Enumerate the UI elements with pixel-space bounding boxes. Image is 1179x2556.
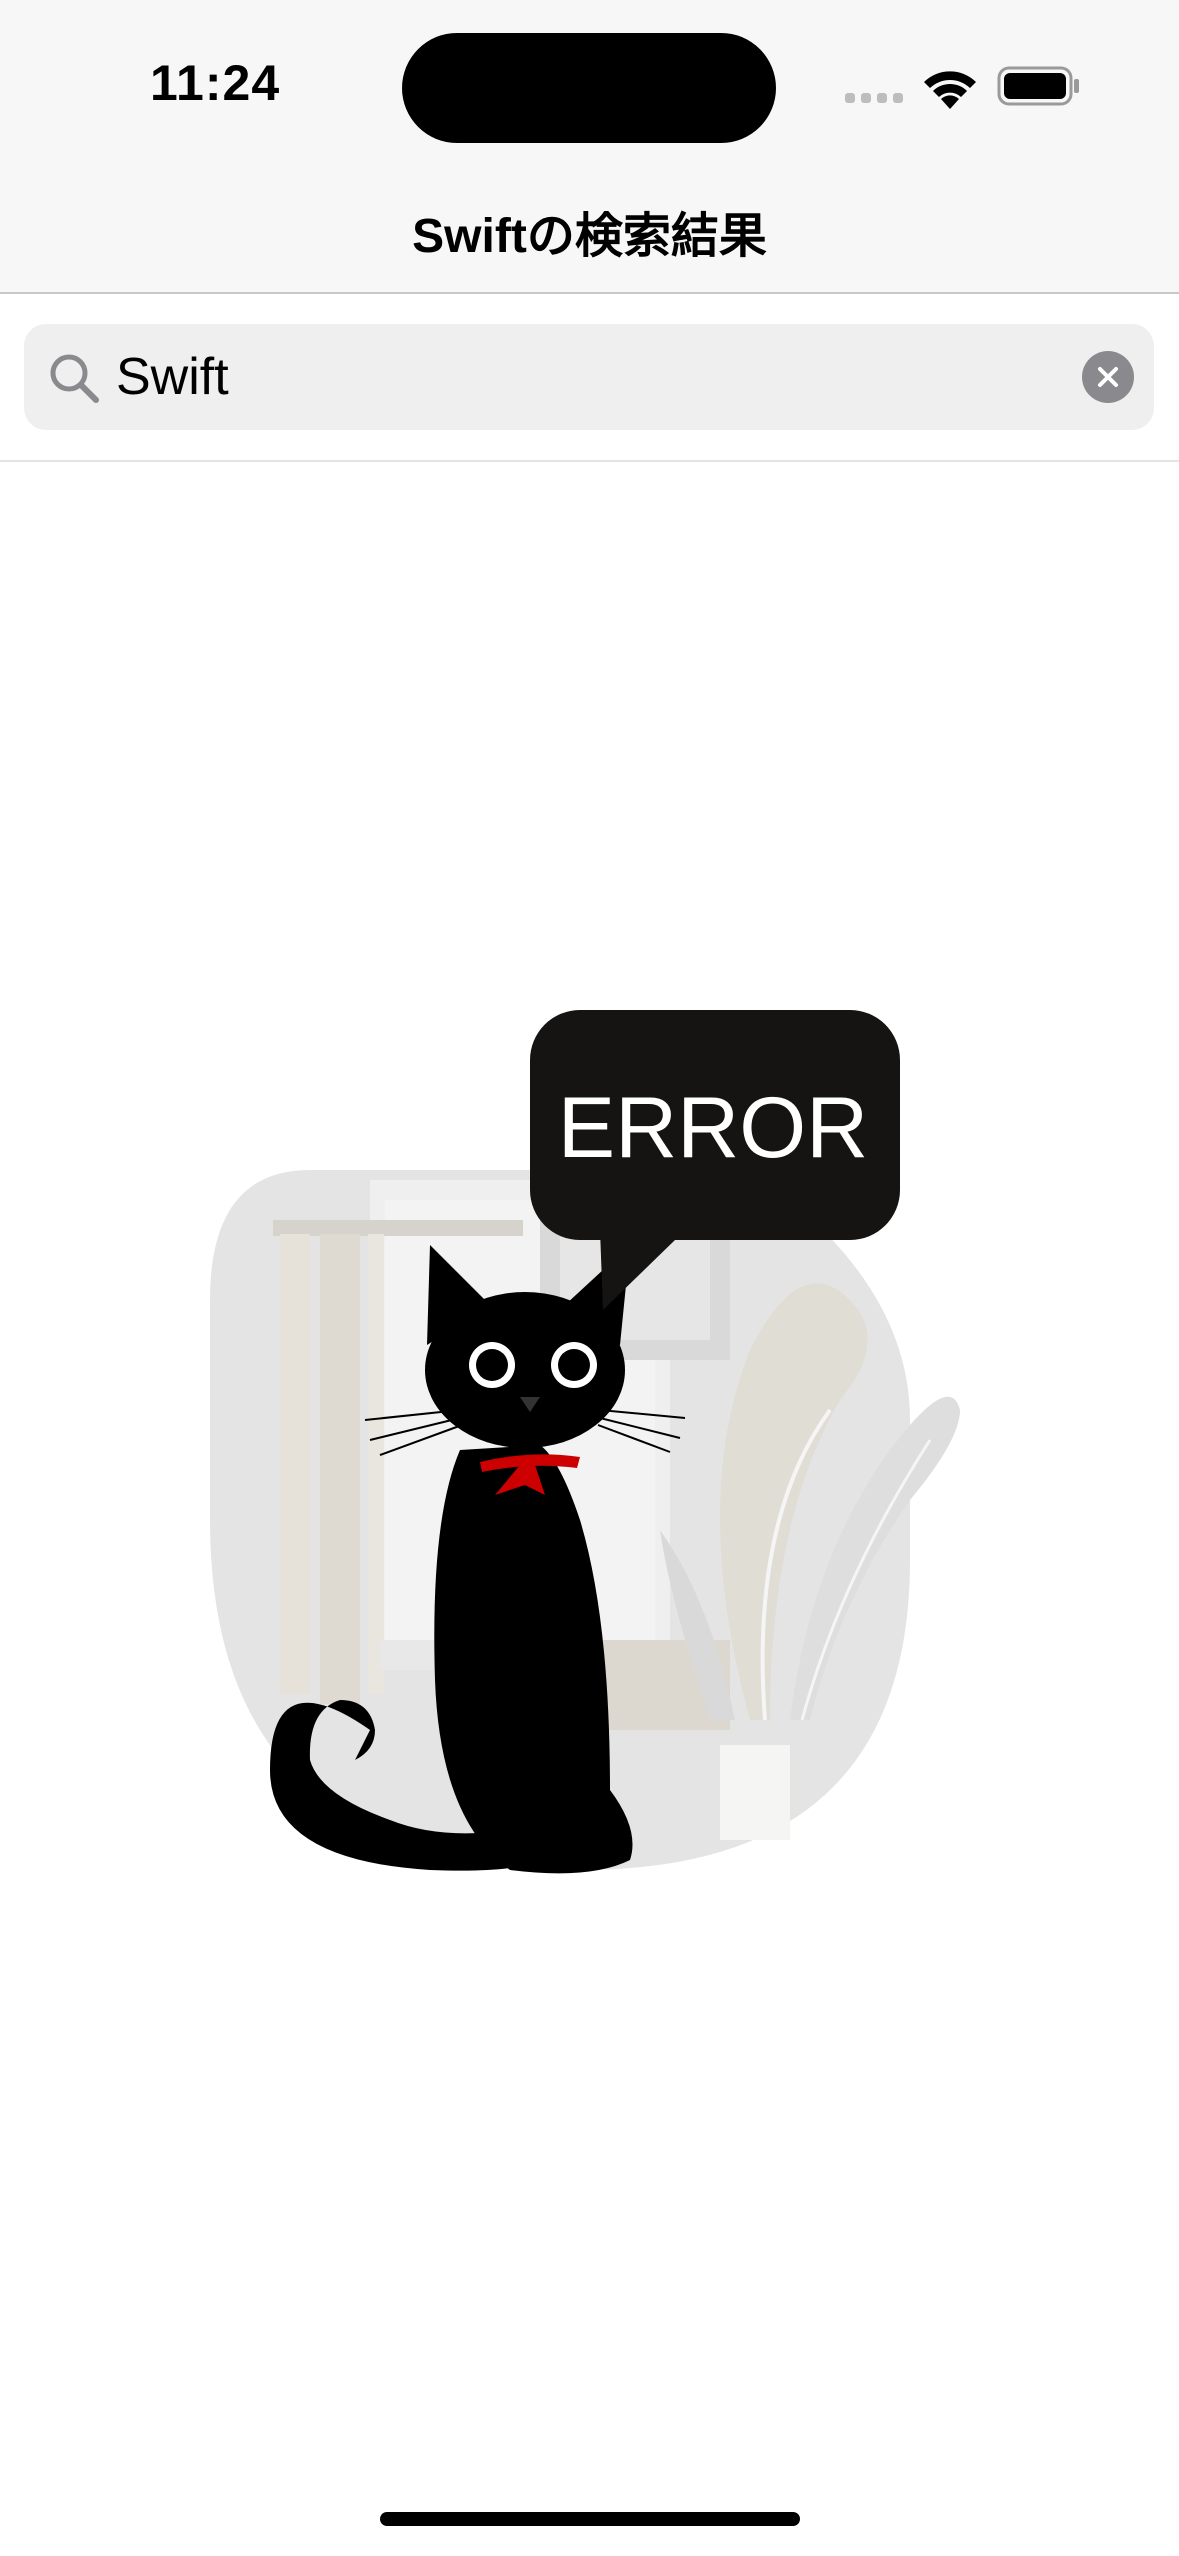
- page-title: Swiftの検索結果: [412, 210, 767, 263]
- clear-search-button[interactable]: [1082, 351, 1134, 403]
- top-bar: 11:24 Swiftの検索結果: [0, 0, 1179, 294]
- clear-icon: [1098, 367, 1118, 387]
- battery-icon: [997, 66, 1079, 106]
- error-illustration: ERROR: [210, 1010, 960, 1874]
- home-indicator[interactable]: [380, 2512, 800, 2526]
- dynamic-island: [402, 33, 776, 143]
- cellular-signal-icon: [845, 93, 903, 103]
- search-bar-container: [0, 294, 1179, 462]
- error-bubble-text: ERROR: [558, 1080, 869, 1176]
- status-time: 11:24: [150, 55, 281, 111]
- search-box[interactable]: [24, 324, 1154, 430]
- wifi-icon: [924, 71, 976, 109]
- search-icon: [50, 354, 99, 403]
- search-input[interactable]: [116, 342, 1016, 412]
